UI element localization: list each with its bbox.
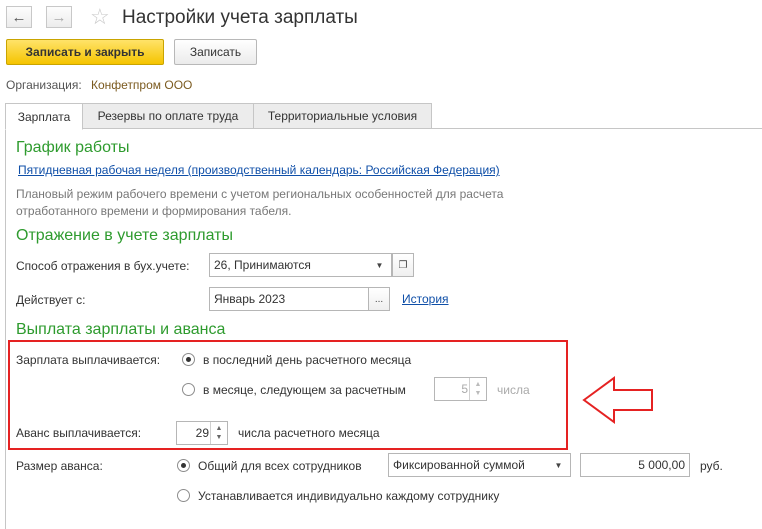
highlight-frame [8,340,568,450]
back-button[interactable]: ← [6,6,32,28]
tab-labor-reserves[interactable]: Резервы по оплате труда [82,103,254,129]
save-button[interactable]: Записать [174,39,257,65]
advance-common-label[interactable]: Общий для всех сотрудников [198,459,362,473]
chevron-down-icon: ▼ [554,460,563,470]
arrow-left-annotation-icon [582,376,653,424]
tab-territorial-conditions[interactable]: Территориальные условия [253,103,432,129]
chevron-down-icon: ▼ [375,260,384,270]
accounting-method-label: Способ отражения в бух.учете: [16,259,190,273]
advance-individual-radio[interactable] [177,489,190,502]
advance-method-select[interactable]: Фиксированной суммой [388,453,548,477]
accounting-heading: Отражение в учете зарплаты [16,227,233,244]
history-link[interactable]: История [402,292,449,306]
schedule-heading: График работы [16,139,130,156]
work-schedule-link[interactable]: Пятидневная рабочая неделя (производстве… [18,163,500,177]
arrow-left-icon: ← [11,8,27,26]
effective-from-input[interactable]: Январь 2023 [209,287,369,311]
advance-size-label: Размер аванса: [16,459,103,473]
accounting-method-input[interactable]: 26, Принимаются [209,253,369,277]
organization-label: Организация: [6,78,82,92]
arrow-right-icon: → [51,8,67,26]
effective-from-label: Действует с: [16,293,86,307]
page-title: Настройки учета зарплаты [122,7,358,28]
ellipsis-icon: ... [374,293,384,305]
advance-common-radio[interactable] [177,459,190,472]
open-window-icon: ❐ [398,259,408,271]
save-and-close-button[interactable]: Записать и закрыть [6,39,164,65]
payment-heading: Выплата зарплаты и аванса [16,321,226,338]
schedule-note-line2: отработанного времени и формирования таб… [16,204,292,218]
advance-individual-label[interactable]: Устанавливается индивидуально каждому со… [198,489,499,503]
schedule-note-line1: Плановый режим рабочего времени с учетом… [16,187,504,201]
forward-button[interactable]: → [46,6,72,28]
open-accounting-method-button[interactable]: ❐ [392,253,414,277]
advance-method-dropdown[interactable]: ▼ [547,453,571,477]
accounting-method-dropdown[interactable]: ▼ [368,253,392,277]
currency-label: руб. [700,459,723,473]
star-icon[interactable]: ☆ [90,4,110,30]
organization-value: Конфетпром ООО [91,78,193,92]
advance-amount-input[interactable]: 5 000,00 [580,453,690,477]
select-period-button[interactable]: ... [368,287,390,311]
tab-salary[interactable]: Зарплата [5,103,83,130]
